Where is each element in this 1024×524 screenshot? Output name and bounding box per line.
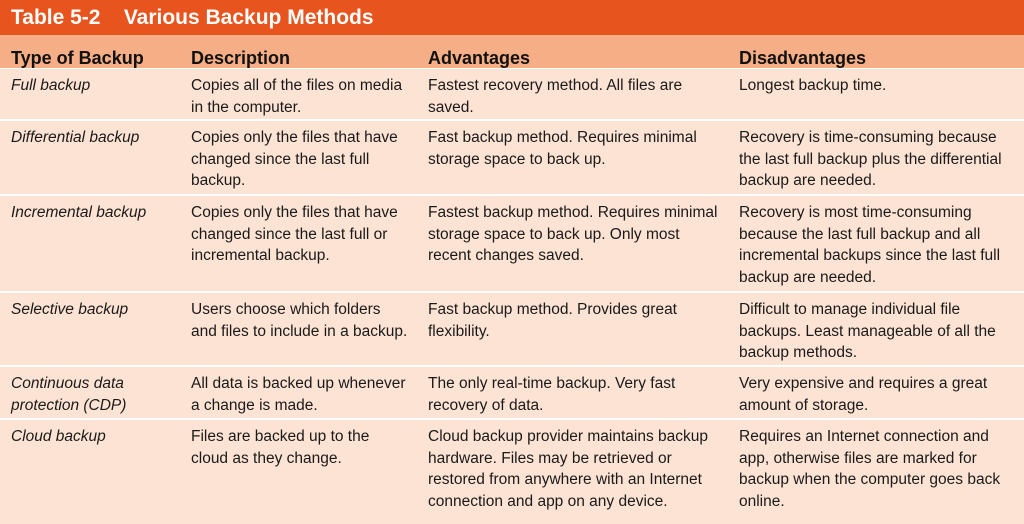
cell-description: Files are backed up to the cloud as they… <box>191 428 370 467</box>
cell-type: Incremental backup <box>11 204 147 221</box>
table-row: Selective backup Users choose which fold… <box>0 293 1024 367</box>
cell-advantages: Fastest recovery method. All files are s… <box>428 77 683 116</box>
table-header-row: Type of Backup Description Advantages Di… <box>0 35 1024 69</box>
cell-description: All data is backed up whenever a change … <box>191 375 406 414</box>
cell-disadvantages: Difficult to manage individual file back… <box>739 301 996 361</box>
table-row: Continuous data protection (CDP) All dat… <box>0 367 1024 420</box>
backup-methods-table: Table 5-2 Various Backup Methods Type of… <box>0 0 1024 524</box>
header-advantages: Advantages <box>428 48 531 68</box>
cell-description: Copies only the files that have changed … <box>191 204 398 264</box>
cell-disadvantages: Recovery is most time-consuming because … <box>739 204 1001 286</box>
header-type: Type of Backup <box>11 48 144 68</box>
table-title: Table 5-2 Various Backup Methods <box>0 0 1024 35</box>
cell-disadvantages: Recovery is time-consuming because the l… <box>739 129 1002 189</box>
cell-disadvantages: Longest backup time. <box>739 77 887 94</box>
cell-description: Copies all of the files on media in the … <box>191 77 403 116</box>
cell-description: Users choose which folders and files to … <box>191 301 408 340</box>
cell-advantages: Fastest backup method. Requires minimal … <box>428 204 718 264</box>
table-row: Differential backup Copies only the file… <box>0 121 1024 196</box>
cell-advantages: Fast backup method. Provides great flexi… <box>428 301 677 340</box>
cell-type: Cloud backup <box>11 428 106 445</box>
header-description: Description <box>191 48 291 68</box>
cell-description: Copies only the files that have changed … <box>191 129 398 189</box>
table-row: Incremental backup Copies only the files… <box>0 196 1024 293</box>
table-row: Cloud backup Files are backed up to the … <box>0 420 1024 524</box>
cell-type: Full backup <box>11 77 91 94</box>
cell-type: Selective backup <box>11 301 129 318</box>
cell-type: Continuous data protection (CDP) <box>11 375 127 414</box>
cell-disadvantages: Requires an Internet connection and app,… <box>739 428 1001 510</box>
cell-type: Differential backup <box>11 129 140 146</box>
cell-advantages: Cloud backup provider maintains backup h… <box>428 428 709 510</box>
header-disadvantages: Disadvantages <box>739 48 867 68</box>
cell-disadvantages: Very expensive and requires a great amou… <box>739 375 988 414</box>
cell-advantages: The only real-time backup. Very fast rec… <box>428 375 676 414</box>
table-row: Full backup Copies all of the files on m… <box>0 69 1024 121</box>
cell-advantages: Fast backup method. Requires minimal sto… <box>428 129 697 168</box>
